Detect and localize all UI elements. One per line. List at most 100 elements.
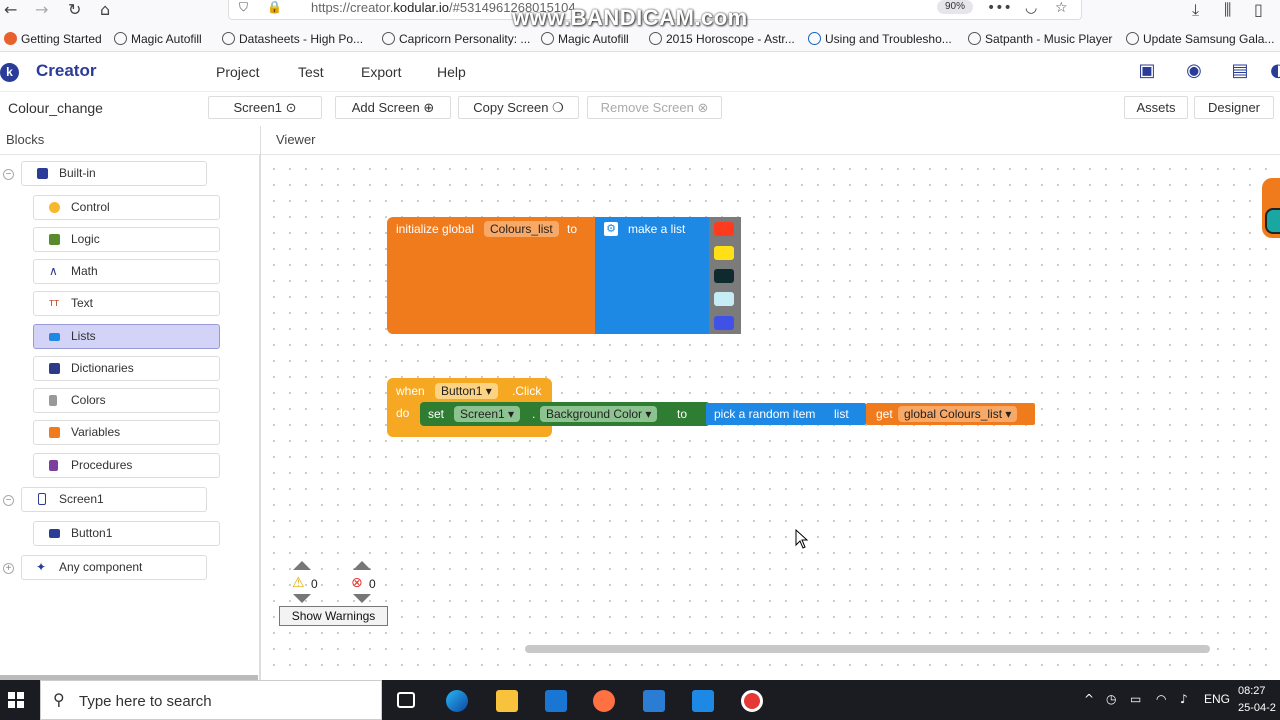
- property-dropdown[interactable]: Background Color ▾: [540, 406, 658, 422]
- browser-toolbar: ← → ↻ ⌂ ⛉ 🔒 https://creator.kodular.io/#…: [0, 0, 1280, 30]
- pick-random-item-block[interactable]: pick a random item list: [706, 403, 866, 425]
- color-swatch-black[interactable]: [714, 269, 734, 283]
- profile-icon[interactable]: ◐: [1268, 61, 1280, 81]
- add-screen-button[interactable]: Add Screen ⊕: [335, 96, 451, 119]
- screen-dropdown[interactable]: Screen1 ▾: [454, 406, 521, 422]
- task-view-icon[interactable]: [397, 692, 415, 708]
- back-icon[interactable]: ←: [4, 0, 17, 19]
- download-icon[interactable]: ⤓: [1192, 0, 1199, 20]
- make-list-block[interactable]: ⚙ make a list: [595, 217, 713, 334]
- tree-item-colors[interactable]: Colors: [33, 388, 220, 413]
- tray-chevron-icon[interactable]: ^: [1084, 692, 1094, 706]
- error-next-icon[interactable]: [353, 594, 371, 603]
- bookmark-item[interactable]: Getting Started: [4, 32, 102, 46]
- bookmark-item[interactable]: Magic Autofill: [541, 32, 629, 46]
- firefox-taskbar-icon[interactable]: [593, 690, 615, 712]
- init-global-block[interactable]: initialize global Colours_list to: [387, 217, 597, 334]
- component-dropdown[interactable]: Button1 ▾: [435, 383, 498, 399]
- menu-help[interactable]: Help: [437, 64, 466, 80]
- get-variable-block[interactable]: get global Colours_list ▾: [866, 403, 1035, 425]
- volume-icon[interactable]: ♪: [1180, 692, 1188, 706]
- tree-item-dictionaries[interactable]: Dictionaries: [33, 356, 220, 381]
- sidebar-icon[interactable]: ▯: [1254, 0, 1263, 19]
- screen-selector[interactable]: Screen1 ⊙: [208, 96, 322, 119]
- tree-item-logic[interactable]: Logic: [33, 227, 220, 252]
- system-clock[interactable]: 08:27 25-04-2: [1238, 683, 1276, 717]
- error-prev-icon[interactable]: [353, 561, 371, 570]
- language-indicator[interactable]: ENG: [1204, 692, 1230, 706]
- photos-icon[interactable]: [692, 690, 714, 712]
- windows-taskbar: ⚲ Type here to search ^ ◷ ▭ ◠ ♪ ENG 08:2…: [0, 680, 1280, 720]
- battery-icon[interactable]: ▭: [1130, 692, 1141, 706]
- remove-screen-button[interactable]: Remove Screen ⊗: [587, 96, 722, 119]
- file-explorer-icon[interactable]: [496, 690, 518, 712]
- bookmark-item[interactable]: Satpanth - Music Player: [968, 32, 1112, 46]
- set-property-block[interactable]: set Screen1 ▾ . Background Color ▾ to: [420, 402, 710, 426]
- more-icon[interactable]: •••: [987, 0, 1012, 16]
- color-swatch-red[interactable]: [714, 222, 734, 236]
- color-swatch-light-blue[interactable]: [714, 292, 734, 306]
- assets-button[interactable]: Assets: [1124, 96, 1188, 119]
- windows-start-icon[interactable]: [8, 692, 24, 708]
- menu-project[interactable]: Project: [216, 64, 260, 80]
- warning-next-icon[interactable]: [293, 594, 311, 603]
- edge-icon[interactable]: [446, 690, 468, 712]
- tree-screen[interactable]: Screen1: [21, 487, 207, 512]
- gear-icon[interactable]: ⚙: [604, 222, 618, 236]
- tree-item-procedures[interactable]: Procedures: [33, 453, 220, 478]
- taskbar-search[interactable]: ⚲ Type here to search: [40, 680, 382, 720]
- show-warnings-button[interactable]: Show Warnings: [279, 606, 388, 626]
- app-icon[interactable]: [545, 690, 567, 712]
- tree-item-lists[interactable]: Lists: [33, 324, 220, 349]
- library-books-icon[interactable]: ▤: [1230, 61, 1250, 81]
- warning-count: 0: [311, 577, 318, 591]
- tree-item-variables[interactable]: Variables: [33, 420, 220, 445]
- variable-name-field[interactable]: Colours_list: [484, 221, 559, 237]
- tree-item-text[interactable]: ᴛᴛ Text: [33, 291, 220, 316]
- zoom-level[interactable]: 90%: [937, 0, 973, 14]
- tree-item-math[interactable]: ∧ Math: [33, 259, 220, 284]
- color-swatch-blue[interactable]: [714, 316, 734, 330]
- tree-any-component[interactable]: ✦ Any component: [21, 555, 207, 580]
- button-icon: [49, 529, 60, 538]
- pocket-icon[interactable]: ◡: [1025, 0, 1037, 16]
- bookmark-item[interactable]: Using and Troublesho...: [808, 32, 952, 46]
- bookmark-item[interactable]: Capricorn Personality: ...: [382, 32, 530, 46]
- star-icon[interactable]: ☆: [1055, 0, 1068, 16]
- get-variable-dropdown[interactable]: global Colours_list ▾: [898, 406, 1018, 422]
- tree-component-button1[interactable]: Button1: [33, 521, 220, 546]
- reload-icon[interactable]: ↻: [68, 0, 81, 19]
- copy-screen-button[interactable]: Copy Screen ❍: [458, 96, 579, 119]
- lock-icon[interactable]: 🔒: [267, 0, 282, 14]
- globe-icon: [649, 32, 662, 45]
- folder-star-icon[interactable]: ▣: [1137, 61, 1157, 81]
- palette-icon[interactable]: ◉: [1184, 61, 1204, 81]
- bookmark-item[interactable]: Magic Autofill: [114, 32, 202, 46]
- designer-button[interactable]: Designer: [1194, 96, 1274, 119]
- library-icon[interactable]: ⫼: [1224, 0, 1231, 20]
- globe-icon: [222, 32, 235, 45]
- collapse-toggle[interactable]: −: [3, 169, 14, 180]
- warning-prev-icon[interactable]: [293, 561, 311, 570]
- bandicam-icon[interactable]: [741, 690, 763, 712]
- word-icon[interactable]: [643, 690, 665, 712]
- bookmark-item[interactable]: Update Samsung Gala...: [1126, 32, 1274, 46]
- paint-roller-icon: [49, 395, 57, 406]
- collapse-toggle[interactable]: −: [3, 495, 14, 506]
- tree-builtin[interactable]: Built-in: [21, 161, 207, 186]
- forward-icon[interactable]: →: [35, 0, 48, 19]
- tray-app-icon[interactable]: ◷: [1106, 692, 1116, 706]
- mouse-cursor-icon: [795, 529, 809, 549]
- home-icon[interactable]: ⌂: [100, 0, 110, 19]
- expand-toggle[interactable]: +: [3, 563, 14, 574]
- tree-item-control[interactable]: Control: [33, 195, 220, 220]
- color-swatch-yellow[interactable]: [714, 246, 734, 260]
- workspace-scrollbar[interactable]: [525, 645, 1210, 653]
- menu-export[interactable]: Export: [361, 64, 401, 80]
- mascot-image: [1262, 178, 1280, 238]
- bookmark-item[interactable]: Datasheets - High Po...: [222, 32, 363, 46]
- menu-test[interactable]: Test: [298, 64, 324, 80]
- bookmark-item[interactable]: 2015 Horoscope - Astr...: [649, 32, 795, 46]
- shield-icon[interactable]: ⛉: [239, 0, 248, 15]
- wifi-icon[interactable]: ◠: [1156, 692, 1166, 706]
